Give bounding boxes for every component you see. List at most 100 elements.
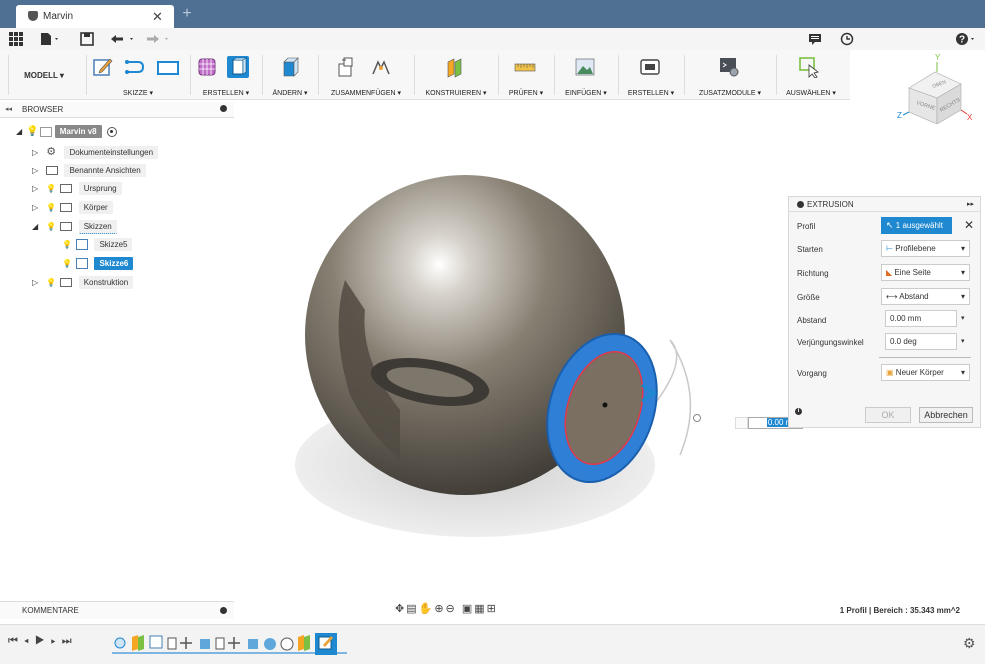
insert-image-icon[interactable] bbox=[574, 56, 596, 78]
workspace-selector[interactable]: MODELL ▾ bbox=[14, 68, 74, 84]
lightbulb-icon[interactable]: 💡 bbox=[46, 222, 58, 231]
expand-arrow-icon[interactable]: ▷ bbox=[32, 166, 44, 175]
orbit-icon[interactable]: ✥ bbox=[395, 603, 406, 615]
inspect-group[interactable]: PRÜFEN ▾ bbox=[500, 50, 552, 100]
addins-group-label[interactable]: ZUSATZMODULE ▾ bbox=[686, 89, 774, 97]
close-tab-icon[interactable]: ✕ bbox=[152, 9, 163, 25]
model-viewport[interactable] bbox=[250, 160, 780, 560]
activate-radio-icon[interactable] bbox=[106, 126, 117, 137]
create-group[interactable]: ERSTELLEN ▾ bbox=[192, 50, 260, 100]
expand-panel-icon[interactable]: ▸▸ bbox=[967, 200, 974, 208]
spline-icon[interactable] bbox=[124, 56, 146, 78]
clock-icon[interactable] bbox=[840, 32, 854, 46]
grid-menu-icon[interactable] bbox=[9, 32, 23, 46]
direction-select[interactable]: ◣ Eine Seite ▾ bbox=[881, 264, 970, 281]
select-icon[interactable] bbox=[798, 56, 820, 78]
collapse-arrow-icon[interactable]: ◢ bbox=[16, 127, 24, 136]
rectangle-icon[interactable] bbox=[156, 56, 180, 78]
grid-settings-icon[interactable]: ▦ bbox=[474, 603, 486, 615]
step-back-icon[interactable]: ◂ bbox=[24, 635, 35, 647]
root-label[interactable]: Marvin v8 bbox=[54, 125, 102, 138]
joint-icon[interactable] bbox=[370, 56, 392, 78]
expand-arrow-icon[interactable]: ▷ bbox=[32, 184, 44, 193]
tree-item-document-settings[interactable]: ▷ ⚙ Dokumenteinstellungen bbox=[32, 145, 159, 159]
tree-item-sketch6[interactable]: 💡 Skizze6 bbox=[62, 257, 134, 270]
look-at-icon[interactable]: ▤ bbox=[406, 603, 418, 615]
new-component-icon[interactable] bbox=[336, 56, 358, 78]
tree-item-bodies[interactable]: ▷ 💡 Körper bbox=[32, 201, 113, 214]
construct-group[interactable]: KONSTRUIEREN ▾ bbox=[416, 50, 496, 100]
display-settings-icon[interactable]: ▣ bbox=[462, 603, 474, 615]
insert-group[interactable]: EINFÜGEN ▾ bbox=[556, 50, 616, 100]
create-sketch-icon[interactable] bbox=[92, 56, 114, 78]
step-forward-icon[interactable]: ▸ bbox=[51, 635, 62, 647]
go-to-end-icon[interactable]: ⏭ bbox=[62, 635, 78, 647]
cancel-button[interactable]: Abbrechen bbox=[919, 407, 973, 423]
tree-item-label[interactable]: Skizzen bbox=[78, 220, 117, 234]
collapse-arrow-icon[interactable]: ◢ bbox=[32, 222, 44, 231]
addins-group[interactable]: ZUSATZMODULE ▾ bbox=[686, 50, 774, 100]
form-icon[interactable] bbox=[197, 56, 219, 78]
tree-item-sketch5[interactable]: 💡 Skizze5 bbox=[62, 238, 133, 251]
operation-select[interactable]: ▣ Neuer Körper ▾ bbox=[881, 364, 970, 381]
start-select[interactable]: ⊢ Profilebene ▾ bbox=[881, 240, 970, 257]
drag-point-handle[interactable] bbox=[693, 414, 701, 422]
chevron-down-icon[interactable]: ▾ bbox=[961, 314, 965, 322]
tree-item-sketches[interactable]: ◢ 💡 Skizzen bbox=[32, 220, 117, 234]
profile-selection-button[interactable]: ↖ 1 ausgewählt bbox=[881, 217, 952, 234]
fit-icon[interactable]: ⊖ bbox=[446, 603, 457, 615]
lightbulb-icon[interactable]: 💡 bbox=[46, 278, 58, 287]
tree-item-label[interactable]: Dokumenteinstellungen bbox=[64, 146, 159, 159]
lightbulb-icon[interactable]: 💡 bbox=[46, 184, 58, 193]
pin-icon[interactable] bbox=[220, 105, 227, 112]
info-icon[interactable]: i bbox=[795, 408, 802, 415]
viewports-icon[interactable]: ⊞ bbox=[487, 603, 498, 615]
taper-angle-input[interactable]: 0.0 deg bbox=[885, 333, 957, 350]
new-tab-button[interactable]: + bbox=[178, 5, 196, 23]
file-menu-icon[interactable] bbox=[40, 32, 60, 46]
timeline-sketch-icon[interactable] bbox=[149, 635, 163, 649]
timeline-features[interactable] bbox=[112, 633, 357, 657]
tree-item-named-views[interactable]: ▷ Benannte Ansichten bbox=[32, 164, 146, 177]
pin-icon[interactable] bbox=[220, 607, 227, 614]
select-group[interactable]: AUSWÄHLEN ▾ bbox=[778, 50, 844, 100]
comments-panel[interactable]: KOMMENTARE bbox=[0, 601, 234, 619]
modify-group-label[interactable]: ÄNDERN ▾ bbox=[264, 89, 316, 97]
chevron-down-icon[interactable]: ▾ bbox=[961, 337, 965, 345]
lightbulb-icon[interactable]: 💡 bbox=[62, 259, 74, 268]
construct-group-label[interactable]: KONSTRUIEREN ▾ bbox=[416, 89, 496, 97]
pan-icon[interactable]: ✋ bbox=[419, 603, 435, 615]
3d-print-icon[interactable] bbox=[639, 56, 661, 78]
press-pull-icon[interactable] bbox=[278, 56, 300, 78]
assemble-group[interactable]: ZUSAMMENFÜGEN ▾ bbox=[320, 50, 412, 100]
lightbulb-icon[interactable]: 💡 bbox=[62, 240, 74, 249]
job-status-icon[interactable] bbox=[808, 32, 822, 46]
tree-item-label[interactable]: Benannte Ansichten bbox=[64, 164, 146, 177]
collapse-panel-icon[interactable]: ◂◂ bbox=[5, 105, 12, 113]
measure-icon[interactable] bbox=[514, 56, 536, 78]
go-to-start-icon[interactable]: ⏮ bbox=[8, 635, 24, 647]
tree-item-label[interactable]: Skizze6 bbox=[94, 257, 134, 270]
help-icon[interactable]: ? bbox=[955, 32, 977, 46]
inspect-group-label[interactable]: PRÜFEN ▾ bbox=[500, 89, 552, 97]
make-group[interactable]: ERSTELLEN ▾ bbox=[620, 50, 682, 100]
redo-icon[interactable] bbox=[145, 32, 175, 46]
create-group-label[interactable]: ERSTELLEN ▾ bbox=[192, 89, 260, 97]
sketch-group[interactable]: SKIZZE ▾ bbox=[88, 50, 188, 100]
expand-arrow-icon[interactable]: ▷ bbox=[32, 203, 44, 212]
extent-select[interactable]: ⟷ Abstand ▾ bbox=[881, 288, 970, 305]
scripts-icon[interactable] bbox=[718, 56, 740, 78]
gear-icon[interactable]: ⚙ bbox=[963, 635, 976, 652]
tree-item-origin[interactable]: ▷ 💡 Ursprung bbox=[32, 182, 122, 195]
tree-item-label[interactable]: Konstruktion bbox=[78, 276, 134, 289]
sketch-group-label[interactable]: SKIZZE ▾ bbox=[88, 89, 188, 97]
assemble-group-label[interactable]: ZUSAMMENFÜGEN ▾ bbox=[320, 89, 412, 97]
expand-arrow-icon[interactable]: ▷ bbox=[32, 148, 44, 157]
offset-plane-icon[interactable] bbox=[444, 56, 466, 78]
undo-icon[interactable] bbox=[110, 32, 140, 46]
document-tab[interactable]: Marvin ✕ bbox=[16, 5, 174, 28]
ok-button[interactable]: OK bbox=[865, 407, 911, 423]
play-icon[interactable]: ▶ bbox=[35, 635, 51, 647]
tree-item-label[interactable]: Skizze5 bbox=[94, 238, 133, 251]
modify-group[interactable]: ÄNDERN ▾ bbox=[264, 50, 316, 100]
